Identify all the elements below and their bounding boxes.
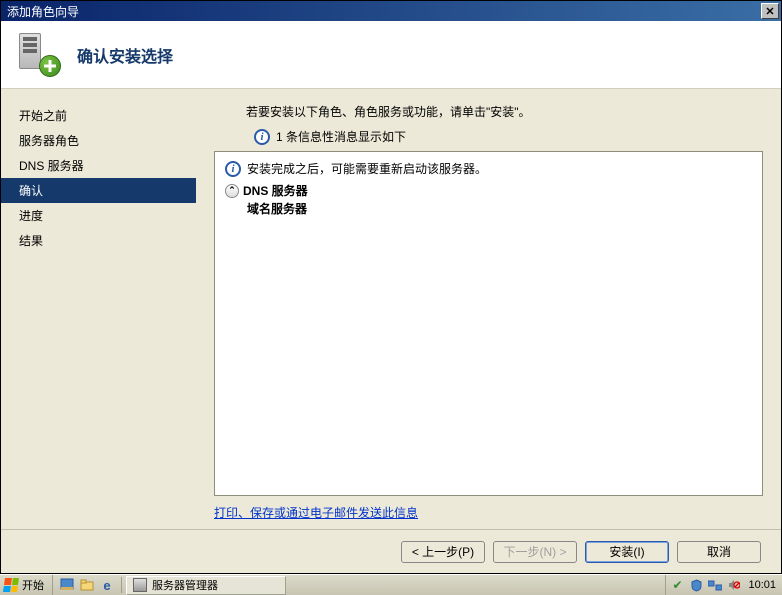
confirmation-panel: i 安装完成之后，可能需要重新启动该服务器。 ⌃ DNS 服务器 域名服务器 (214, 151, 763, 496)
info-count-text: 1 条信息性消息显示如下 (276, 128, 406, 145)
window-title: 添加角色向导 (7, 3, 761, 20)
role-name: DNS 服务器 (243, 182, 308, 199)
ie-icon[interactable]: e (99, 577, 115, 593)
sidebar-item-server-roles[interactable]: 服务器角色 (1, 128, 196, 153)
install-button[interactable]: 安装(I) (585, 541, 669, 563)
restart-message: 安装完成之后，可能需要重新启动该服务器。 (247, 160, 487, 177)
start-button[interactable]: 开始 (0, 575, 53, 595)
intro-text: 若要安装以下角色、角色服务或功能，请单击"安装"。 (246, 103, 763, 120)
system-tray: ✔ 10:01 (665, 575, 782, 595)
content-area: 若要安装以下角色、角色服务或功能，请单击"安装"。 i 1 条信息性消息显示如下… (196, 89, 781, 529)
wizard-window: 添加角色向导 ✕ 确认安装选择 开始之前 服务器角色 DNS 服务器 确认 进度… (0, 0, 782, 574)
role-description: 域名服务器 (225, 200, 752, 217)
taskbar-item-server-manager[interactable]: 服务器管理器 (126, 576, 286, 595)
clock[interactable]: 10:01 (746, 579, 778, 591)
wizard-body: 开始之前 服务器角色 DNS 服务器 确认 进度 结果 若要安装以下角色、角色服… (1, 89, 781, 529)
restart-message-row: i 安装完成之后，可能需要重新启动该服务器。 (225, 158, 752, 179)
quick-launch: e (53, 577, 122, 593)
sidebar: 开始之前 服务器角色 DNS 服务器 确认 进度 结果 (1, 89, 196, 529)
close-button[interactable]: ✕ (761, 3, 779, 19)
sidebar-item-dns-server[interactable]: DNS 服务器 (1, 153, 196, 178)
wizard-footer: < 上一步(P) 下一步(N) > 安装(I) 取消 (1, 529, 781, 573)
tray-network-icon[interactable] (708, 578, 722, 592)
collapse-icon[interactable]: ⌃ (225, 184, 239, 198)
info-icon: i (225, 161, 241, 177)
start-label: 开始 (22, 577, 44, 593)
sidebar-item-progress[interactable]: 进度 (1, 203, 196, 228)
tray-volume-icon[interactable] (727, 578, 741, 592)
wizard-header: 确认安装选择 (1, 21, 781, 89)
cancel-button[interactable]: 取消 (677, 541, 761, 563)
role-row[interactable]: ⌃ DNS 服务器 (225, 179, 752, 200)
previous-button[interactable]: < 上一步(P) (401, 541, 485, 563)
taskbar-item-label: 服务器管理器 (152, 577, 218, 593)
windows-logo-icon (3, 578, 19, 592)
sidebar-item-before-you-begin[interactable]: 开始之前 (1, 103, 196, 128)
taskbar: 开始 e 服务器管理器 ✔ 10:01 (0, 574, 782, 595)
tray-shield-icon[interactable] (689, 578, 703, 592)
titlebar[interactable]: 添加角色向导 ✕ (1, 1, 781, 21)
tray-security-icon[interactable]: ✔ (670, 578, 684, 592)
show-desktop-icon[interactable] (59, 577, 75, 593)
server-manager-icon (133, 578, 147, 592)
page-title: 确认安装选择 (77, 43, 173, 67)
info-count-row: i 1 条信息性消息显示如下 (254, 128, 763, 145)
explorer-icon[interactable] (79, 577, 95, 593)
export-link[interactable]: 打印、保存或通过电子邮件发送此信息 (214, 506, 418, 520)
sidebar-item-confirmation[interactable]: 确认 (1, 178, 196, 203)
info-icon: i (254, 129, 270, 145)
server-add-icon (17, 33, 61, 77)
export-link-row: 打印、保存或通过电子邮件发送此信息 (214, 504, 763, 521)
sidebar-item-results[interactable]: 结果 (1, 228, 196, 253)
next-button: 下一步(N) > (493, 541, 577, 563)
